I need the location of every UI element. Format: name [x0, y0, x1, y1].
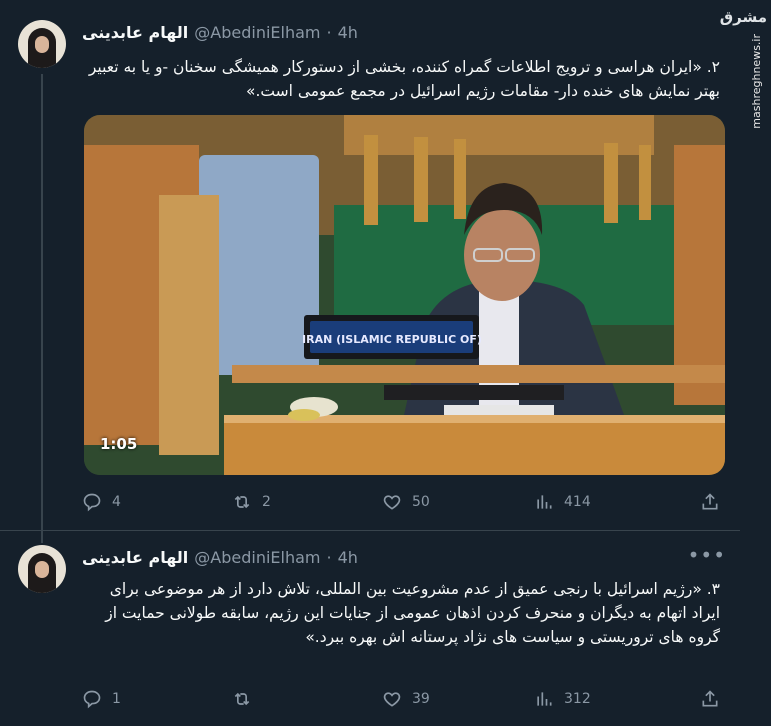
heart-icon	[383, 495, 401, 510]
display-name[interactable]: الهام عابدینی	[82, 23, 188, 42]
heart-icon	[383, 692, 401, 707]
watermark-url: mashreghnews.ir	[750, 34, 763, 129]
watermark-logo: مشرق	[719, 8, 767, 26]
more-options-icon[interactable]: •••	[688, 543, 726, 567]
tweet-header: الهام عابدینی @AbediniElham · 4h	[82, 22, 358, 42]
tweet-header: الهام عابدینی @AbediniElham · 4h	[82, 547, 358, 567]
view-count: 312	[564, 691, 591, 707]
tweet-text: ۲. «ایران هراسی و ترویج اطلاعات گمراه کن…	[88, 58, 720, 100]
avatar[interactable]	[18, 20, 66, 68]
timestamp[interactable]: 4h	[338, 23, 358, 42]
like-count: 50	[412, 494, 430, 510]
timestamp[interactable]: 4h	[338, 548, 358, 567]
tweet-text: ۳. «رژیم اسرائیل با رنجی عمیق از عدم مشر…	[105, 580, 720, 646]
retweet-button[interactable]: 2	[232, 492, 271, 512]
retweet-icon	[234, 692, 250, 706]
reply-count: 4	[112, 494, 121, 510]
views-button[interactable]: 312	[534, 689, 591, 709]
like-button[interactable]: 39	[382, 689, 430, 709]
like-count: 39	[412, 691, 430, 707]
like-button[interactable]: 50	[382, 492, 430, 512]
user-handle[interactable]: @AbediniElham	[194, 23, 320, 42]
video-duration: 1:05	[100, 435, 138, 453]
retweet-icon	[234, 495, 250, 509]
tweet-actions: 1 39 312	[82, 689, 722, 713]
views-button[interactable]: 414	[534, 492, 591, 512]
share-button[interactable]	[700, 492, 720, 512]
video-player[interactable]: IRAN (ISLAMIC REPUBLIC OF) 1:05	[84, 115, 725, 475]
retweet-count: 2	[262, 494, 271, 510]
video-frame: IRAN (ISLAMIC REPUBLIC OF)	[84, 115, 725, 475]
display-name[interactable]: الهام عابدینی	[82, 548, 188, 567]
retweet-button[interactable]	[232, 689, 262, 709]
tweet-actions: 4 2 50 414	[82, 492, 722, 516]
watermark: مشرق mashreghnews.ir	[720, 0, 771, 130]
reply-button[interactable]: 1	[82, 689, 121, 709]
reply-icon	[83, 493, 101, 512]
user-handle[interactable]: @AbediniElham	[194, 548, 320, 567]
share-button[interactable]	[700, 689, 720, 709]
avatar[interactable]	[18, 545, 66, 593]
views-icon	[537, 495, 552, 509]
reply-count: 1	[112, 691, 121, 707]
country-nameplate: IRAN (ISLAMIC REPUBLIC OF)	[302, 333, 482, 346]
reply-button[interactable]: 4	[82, 492, 121, 512]
thread-line	[41, 74, 43, 530]
share-icon	[702, 690, 718, 707]
thread-line	[41, 531, 43, 543]
view-count: 414	[564, 494, 591, 510]
tweet-2[interactable]: الهام عابدینی @AbediniElham · 4h ••• ۳. …	[0, 531, 740, 726]
share-icon	[702, 493, 718, 510]
views-icon	[537, 692, 552, 706]
reply-icon	[83, 690, 101, 709]
tweet-1[interactable]: الهام عابدینی @AbediniElham · 4h ۲. «ایر…	[0, 0, 740, 530]
